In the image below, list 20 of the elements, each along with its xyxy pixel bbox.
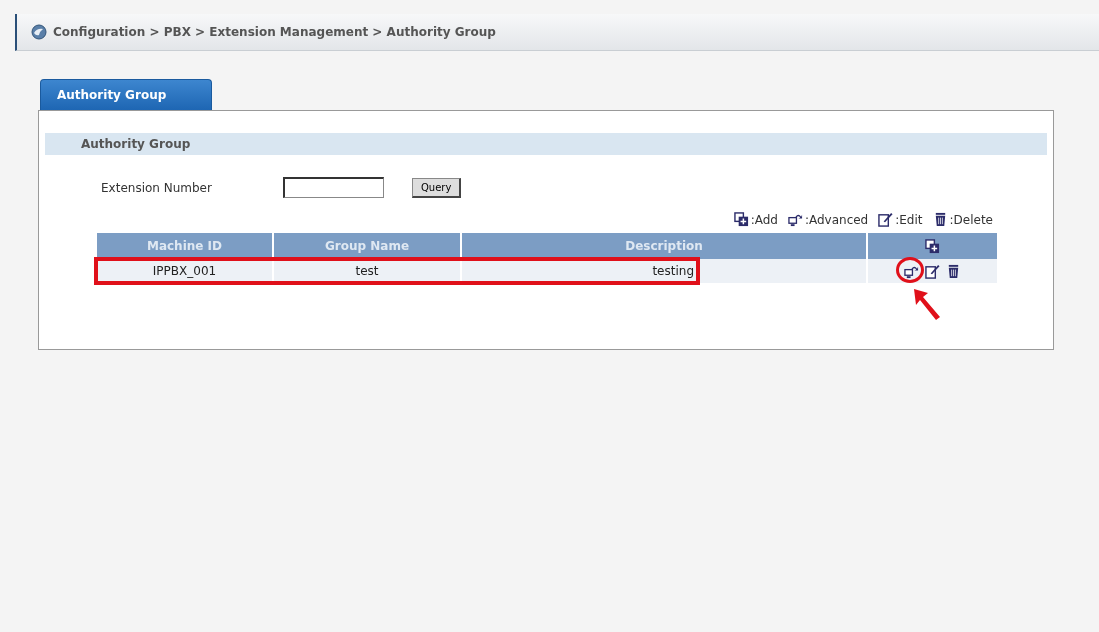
legend-label: :Add xyxy=(750,212,778,227)
breadcrumb: Configuration > PBX > Extension Management > Authority Group xyxy=(53,25,496,39)
edit-icon[interactable] xyxy=(925,263,940,279)
column-header: Machine ID xyxy=(97,233,273,259)
query-button[interactable]: Query xyxy=(412,177,462,198)
legend-label: :Edit xyxy=(895,212,923,227)
trash-icon[interactable] xyxy=(946,263,961,279)
section-title: Authority Group xyxy=(81,137,191,151)
add-icon xyxy=(733,212,749,227)
computer-arrow-icon xyxy=(787,212,803,227)
field-label: Extension Number xyxy=(101,180,213,195)
edit-icon xyxy=(878,212,894,227)
legend-label: :Delete xyxy=(949,212,993,227)
add-icon[interactable] xyxy=(925,238,940,254)
tab[interactable]: Authority Group xyxy=(40,79,212,110)
globe-icon xyxy=(31,24,47,40)
column-header: Description xyxy=(461,233,867,259)
legend-label: :Advanced xyxy=(804,212,869,227)
extension-number-field[interactable] xyxy=(283,177,384,198)
column-header: Group Name xyxy=(273,233,461,259)
